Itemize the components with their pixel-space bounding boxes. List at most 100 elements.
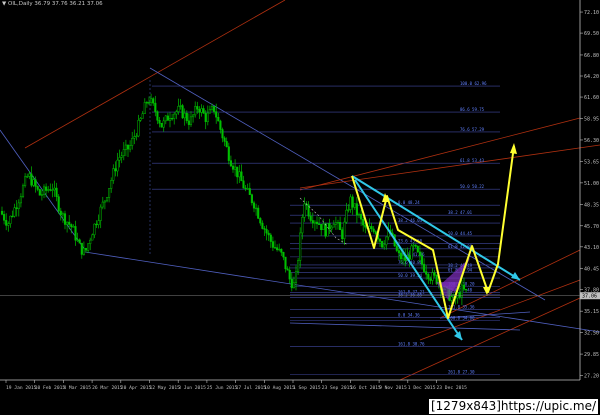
candle-body — [34, 179, 37, 187]
x-tick-label: 25 Jun 2015 — [207, 385, 238, 391]
candle-body — [412, 244, 415, 247]
candle-body — [286, 268, 289, 271]
candle-body — [124, 144, 127, 150]
candle-body — [267, 232, 270, 236]
candle-body — [26, 176, 29, 178]
candle-body — [91, 234, 94, 241]
candle-body — [145, 102, 148, 104]
candle-body — [93, 223, 96, 236]
candle-body — [133, 136, 136, 139]
x-tick-label: 17 Jul 2015 — [236, 385, 267, 391]
candle-body — [49, 189, 52, 191]
x-tick-label: 10 Feb 2015 — [35, 385, 66, 391]
y-tick-label: 51.00 — [584, 181, 599, 187]
candle-body — [229, 160, 232, 167]
candle-body — [200, 108, 203, 113]
y-tick-label: 53.65 — [584, 159, 599, 165]
candle-body — [105, 197, 109, 202]
candle-body — [234, 166, 237, 170]
candle-body — [139, 118, 142, 121]
candle-body — [150, 98, 153, 103]
y-tick-label: 72.10 — [584, 10, 599, 16]
candle-body — [17, 202, 20, 209]
candle-body — [433, 272, 436, 276]
y-tick-label: 32.50 — [584, 331, 599, 337]
candle-body — [339, 222, 342, 231]
candle-body — [303, 203, 306, 218]
fib-label: 38.2 46.03 — [398, 218, 423, 223]
candle-body — [154, 102, 157, 112]
y-tick-label: 61.60 — [584, 95, 599, 101]
candle-body — [114, 168, 117, 172]
price-chart[interactable]: 100.0 62.96 86.6 59.75 76.6 57.29 61.8 53.4… — [0, 0, 600, 415]
candle-body — [11, 215, 14, 218]
candle-body — [103, 200, 106, 203]
x-tick-label: 4 Mar 2015 — [63, 385, 91, 391]
symbol-ohlc-label: OIL,Daily 36.79 37.76 36.21 37.06 — [7, 1, 103, 7]
candle-body — [38, 189, 41, 196]
candle-body — [250, 194, 253, 204]
candle-body — [427, 274, 430, 280]
candle-body — [334, 222, 337, 225]
fib-label: 261.8 27.30 — [448, 370, 475, 375]
candle-body — [349, 196, 352, 210]
candle-body — [402, 255, 405, 260]
candle-body — [221, 129, 224, 139]
candle-body — [276, 247, 279, 251]
candle-body — [341, 229, 344, 240]
candle-body — [219, 120, 222, 130]
candle-body — [183, 112, 186, 119]
chart-header: ▼ OIL,Daily 36.79 37.76 36.21 37.06 — [2, 1, 103, 7]
candle-body — [431, 272, 434, 281]
candle-body — [257, 207, 260, 219]
candle-body — [80, 242, 83, 255]
x-tick-label: 26 Mar 2015 — [92, 385, 123, 391]
y-tick-label: 69.50 — [584, 31, 599, 37]
candle-body — [126, 144, 130, 150]
candle-body — [263, 228, 266, 230]
candle-body — [97, 220, 100, 225]
candle-body — [135, 135, 138, 138]
x-tick-label: 20 Apr 2015 — [121, 385, 152, 391]
candle-body — [120, 155, 123, 158]
candle-body — [353, 203, 356, 208]
candle-body — [414, 244, 417, 247]
candle-body — [259, 218, 262, 224]
candle-body — [198, 108, 201, 113]
fib-label: 0.0 48.24 — [398, 200, 420, 205]
candle-body — [168, 118, 172, 121]
candle-body — [261, 222, 264, 229]
collapse-arrow-icon[interactable]: ▼ — [2, 1, 6, 7]
x-tick-label: 16 Oct 2015 — [350, 385, 381, 391]
candle-body — [423, 263, 426, 272]
candle-body — [223, 137, 226, 142]
candle-body — [108, 188, 111, 198]
candle-body — [294, 271, 298, 284]
candle-body — [63, 213, 67, 225]
candle-body — [187, 120, 190, 125]
candle-body — [242, 180, 245, 189]
candle-body — [362, 218, 365, 226]
candle-body — [301, 216, 304, 234]
candle-body — [408, 255, 411, 260]
candle-body — [84, 248, 88, 251]
candle-body — [0, 210, 4, 215]
candle-body — [265, 229, 268, 234]
candle-body — [328, 223, 331, 230]
candle-body — [429, 278, 432, 281]
candle-body — [194, 106, 197, 116]
candle-body — [175, 111, 178, 115]
candle-body — [292, 282, 295, 289]
candle-body — [397, 250, 400, 254]
candle-body — [179, 105, 182, 107]
candle-body — [112, 168, 115, 181]
candle-body — [21, 185, 25, 197]
candle-body — [171, 118, 174, 120]
candle-body — [297, 260, 300, 273]
candle-body — [110, 180, 113, 189]
x-tick-label: 10 Aug 2015 — [264, 385, 295, 391]
candle-body — [99, 206, 102, 221]
candle-body — [95, 223, 98, 226]
candle-body — [347, 209, 350, 211]
watermark: [1279x843]https://upic.me/ — [428, 399, 598, 414]
